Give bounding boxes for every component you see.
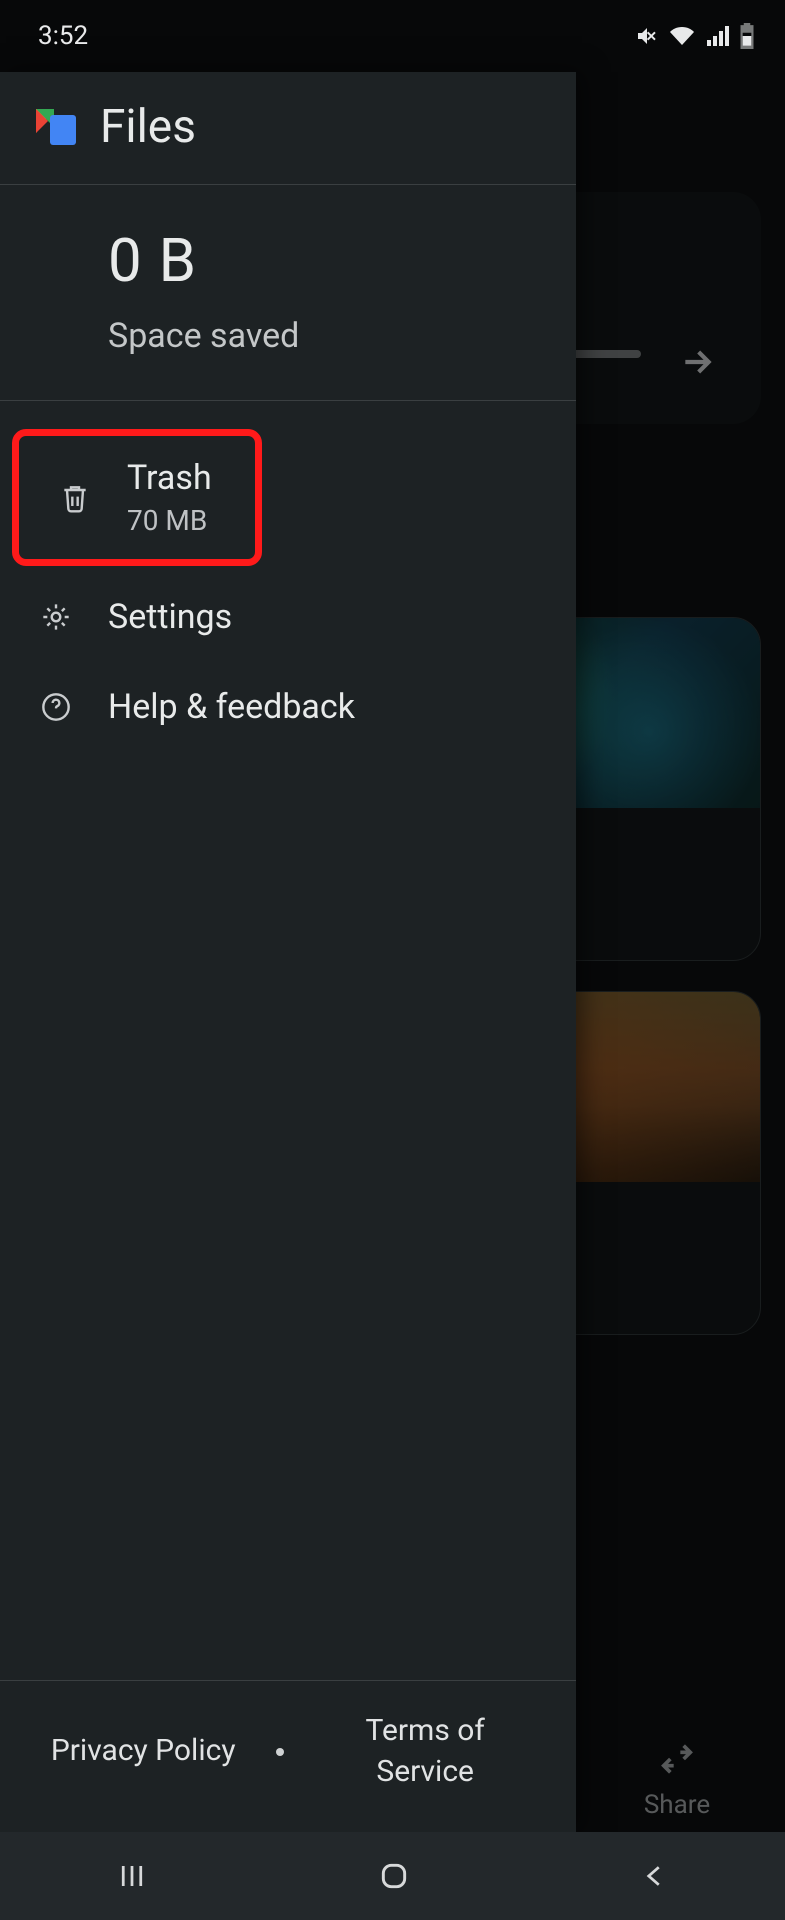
signal-icon xyxy=(705,24,729,48)
privacy-policy-link[interactable]: Privacy Policy xyxy=(51,1731,236,1772)
drawer-header: Files xyxy=(0,72,576,185)
separator-dot xyxy=(276,1748,284,1756)
wifi-icon xyxy=(669,24,695,48)
terms-of-service-link[interactable]: Terms of Service xyxy=(325,1711,525,1792)
share-icon xyxy=(617,1742,737,1776)
status-bar: 3:52 xyxy=(0,0,785,72)
status-icons xyxy=(635,23,755,49)
share-label: Share xyxy=(644,1790,710,1820)
battery-icon xyxy=(739,23,755,49)
space-saved-section: 0 B Space saved xyxy=(0,185,576,401)
system-navigation-bar xyxy=(0,1832,785,1920)
app-title: Files xyxy=(100,100,196,154)
drawer-item-label: Trash xyxy=(127,458,212,498)
arrow-right-icon[interactable] xyxy=(677,342,717,386)
gear-icon xyxy=(34,601,78,633)
help-icon xyxy=(34,691,78,723)
navigation-drawer: Files 0 B Space saved Trash 70 MB Settin… xyxy=(0,72,576,1832)
drawer-item-trash[interactable]: Trash 70 MB xyxy=(12,429,262,566)
space-saved-value: 0 B xyxy=(108,225,546,296)
trash-icon xyxy=(53,481,97,515)
status-time: 3:52 xyxy=(38,21,88,51)
mute-icon xyxy=(635,24,659,48)
back-button[interactable] xyxy=(600,1849,710,1903)
drawer-item-label: Help & feedback xyxy=(108,687,355,727)
drawer-item-help[interactable]: Help & feedback xyxy=(0,662,576,752)
drawer-item-label: Settings xyxy=(108,597,232,637)
home-button[interactable] xyxy=(338,1848,450,1904)
space-saved-label: Space saved xyxy=(108,316,546,356)
drawer-footer: Privacy Policy Terms of Service xyxy=(0,1680,576,1832)
drawer-menu: Trash 70 MB Settings Help & feedback xyxy=(0,401,576,752)
files-app-icon xyxy=(30,103,78,151)
share-tab[interactable]: Share xyxy=(617,1742,737,1820)
drawer-item-settings[interactable]: Settings xyxy=(0,572,576,662)
drawer-item-sublabel: 70 MB xyxy=(127,504,212,537)
recents-button[interactable] xyxy=(75,1849,189,1903)
